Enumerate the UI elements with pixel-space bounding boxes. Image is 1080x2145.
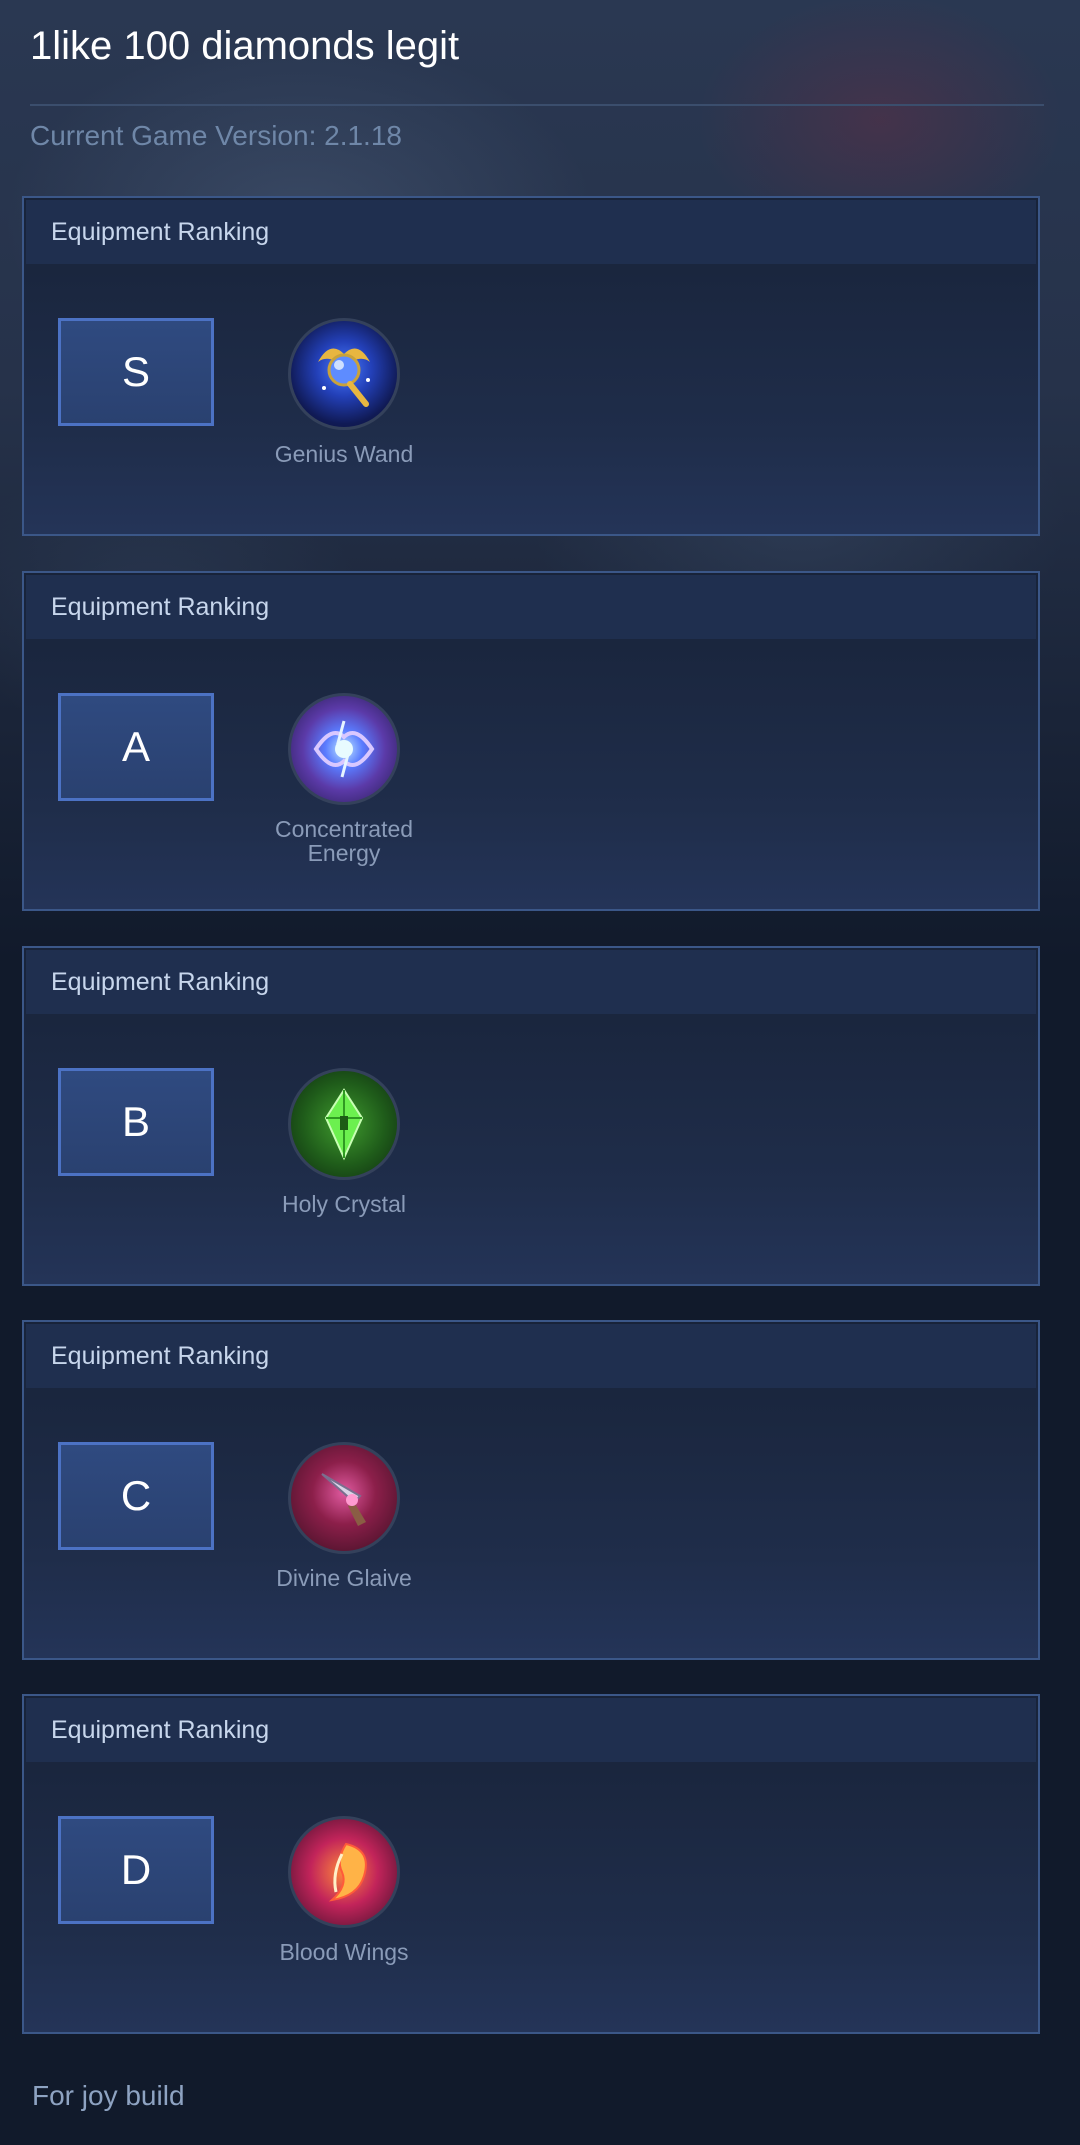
equipment-item-genius-wand[interactable]: Genius Wand — [244, 318, 444, 466]
panel-title: Equipment Ranking — [51, 1716, 270, 1744]
panel-header: Equipment Ranking — [26, 1324, 1036, 1388]
tier-badge-a: A — [58, 693, 214, 801]
tier-badge-s: S — [58, 318, 214, 426]
equipment-item-divine-glaive[interactable]: Divine Glaive — [244, 1442, 444, 1590]
equipment-item-label: Genius Wand — [274, 441, 414, 467]
divine-glaive-icon[interactable] — [288, 1442, 400, 1554]
equipment-item-label: Concentrated Energy — [274, 816, 414, 866]
panel-title: Equipment Ranking — [51, 1342, 270, 1370]
genius-wand-icon[interactable] — [288, 318, 400, 430]
equipment-item-concentrated-energy[interactable]: Concentrated Energy — [244, 693, 444, 865]
equipment-item-label: Holy Crystal — [282, 1191, 406, 1217]
ranking-panel-a: Equipment Ranking A Concentrated Energy — [22, 571, 1040, 911]
equipment-item-label: Blood Wings — [279, 1939, 409, 1965]
game-version: Current Game Version: 2.1.18 — [30, 120, 402, 151]
blood-wings-icon[interactable] — [288, 1816, 400, 1928]
ranking-panel-b: Equipment Ranking B Holy Crystal — [22, 946, 1040, 1286]
equipment-item-holy-crystal[interactable]: Holy Crystal — [244, 1068, 444, 1216]
panel-header: Equipment Ranking — [26, 575, 1036, 639]
tier-badge-c: C — [58, 1442, 214, 1550]
ranking-panel-d: Equipment Ranking D Blood Wings — [22, 1694, 1040, 2034]
tier-badge-b: B — [58, 1068, 214, 1176]
ranking-panel-c: Equipment Ranking C Divine Glaive — [22, 1320, 1040, 1660]
tier-badge-d: D — [58, 1816, 214, 1924]
panel-header: Equipment Ranking — [26, 1698, 1036, 1762]
panel-title: Equipment Ranking — [51, 968, 270, 996]
concentrated-energy-icon[interactable] — [288, 693, 400, 805]
panel-header: Equipment Ranking — [26, 950, 1036, 1014]
equipment-item-label: Divine Glaive — [276, 1565, 412, 1591]
ranking-panel-s: Equipment Ranking S Genius Wand — [22, 196, 1040, 536]
build-note: For joy build — [32, 2080, 185, 2111]
equipment-item-blood-wings[interactable]: Blood Wings — [244, 1816, 444, 1964]
panel-title: Equipment Ranking — [51, 218, 270, 246]
holy-crystal-icon[interactable] — [288, 1068, 400, 1180]
title-divider — [30, 104, 1044, 106]
panel-title: Equipment Ranking — [51, 593, 270, 621]
panel-header: Equipment Ranking — [26, 200, 1036, 264]
page-title: 1like 100 diamonds legit — [30, 24, 460, 68]
